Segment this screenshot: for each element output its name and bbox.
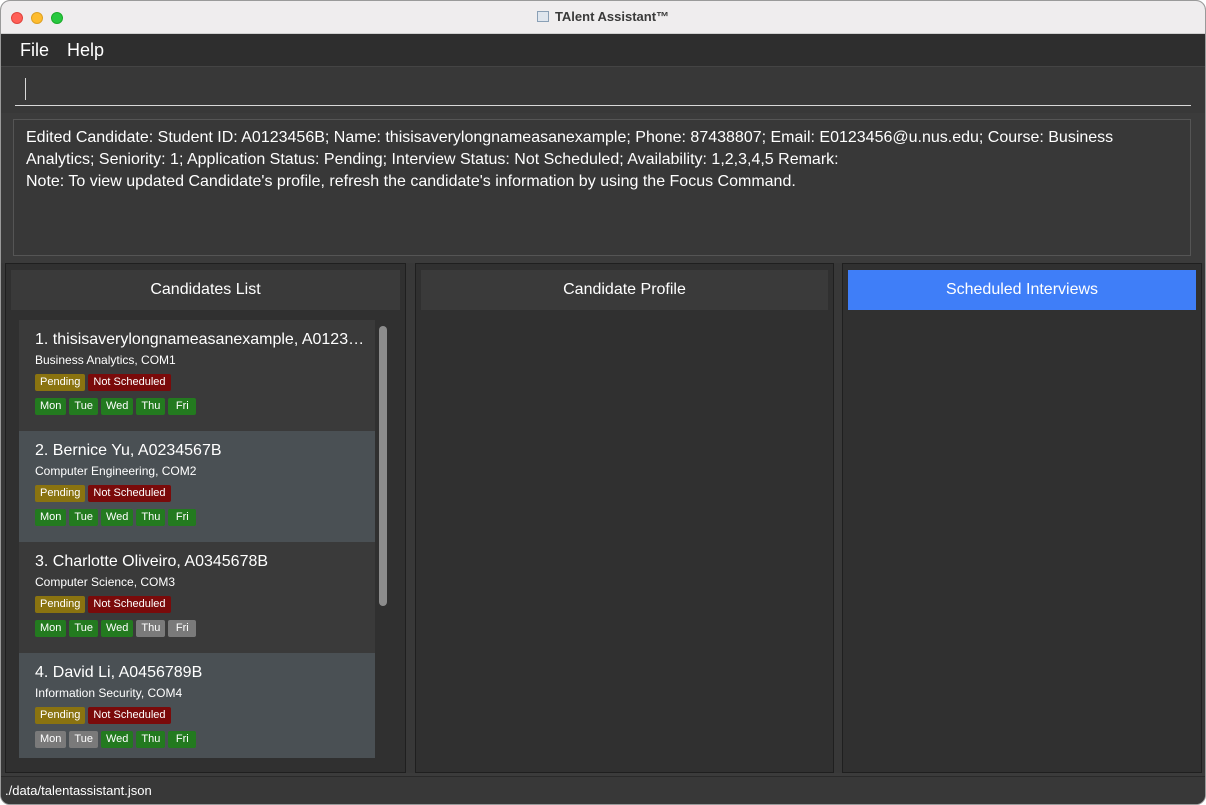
result-note: Note: To view updated Candidate's profil… [26, 173, 796, 190]
availability-tue: Tue [69, 620, 98, 637]
availability-thu: Thu [136, 620, 166, 637]
candidate-list-scrollbar[interactable] [379, 326, 387, 606]
text-caret [25, 78, 26, 100]
availability-wed: Wed [100, 620, 134, 637]
status-bar: ./data/talentassistant.json [1, 776, 1205, 804]
availability-thu: Thu [136, 398, 166, 415]
window-title: TAlent Assistant™ [554, 9, 670, 24]
availability-fri: Fri [168, 509, 197, 526]
candidate-card[interactable]: 1. thisisaverylongnameasanexample, A0123… [19, 320, 375, 431]
availability-tags: Mon Tue Wed Thu Fri [35, 731, 359, 748]
availability-mon: Mon [35, 509, 67, 526]
availability-thu: Thu [136, 731, 166, 748]
application-status-badge: Pending [35, 707, 86, 724]
candidate-course: Business Analytics, COM1 [35, 353, 176, 367]
availability-tue: Tue [69, 731, 98, 748]
window-title-wrap: TAlent Assistant™ [1, 9, 1205, 24]
availability-tags: Mon Tue Wed Thu Fri [35, 398, 359, 415]
interview-status-badge: Not Scheduled [88, 374, 171, 391]
availability-wed: Wed [100, 398, 134, 415]
availability-thu: Thu [136, 509, 166, 526]
interview-status-badge: Not Scheduled [88, 596, 171, 613]
candidate-card[interactable]: 4. David Li, A0456789B Information Secur… [19, 653, 375, 758]
availability-tags: Mon Tue Wed Thu Fri [35, 509, 359, 526]
availability-fri: Fri [168, 731, 197, 748]
application-status-badge: Pending [35, 596, 86, 613]
candidate-name: 3. Charlotte Oliveiro, A0345678B [35, 553, 269, 570]
menu-help[interactable]: Help [67, 40, 104, 61]
interview-status-badge: Not Scheduled [88, 707, 171, 724]
status-tags: Pending Not Scheduled [35, 707, 359, 724]
application-status-badge: Pending [35, 485, 86, 502]
command-input[interactable] [15, 75, 1191, 106]
profile-pane: Candidate Profile [415, 263, 834, 773]
result-message: Edited Candidate: Student ID: A0123456B;… [26, 129, 1114, 168]
availability-mon: Mon [35, 620, 67, 637]
status-tags: Pending Not Scheduled [35, 485, 359, 502]
candidate-list[interactable]: 1. thisisaverylongnameasanexample, A0123… [19, 320, 375, 758]
application-status-badge: Pending [35, 374, 86, 391]
status-tags: Pending Not Scheduled [35, 596, 359, 613]
app-icon [536, 11, 549, 22]
availability-tags: Mon Tue Wed Thu Fri [35, 620, 359, 637]
candidate-name: 4. David Li, A0456789B [35, 664, 203, 681]
result-display: Edited Candidate: Student ID: A0123456B;… [13, 119, 1191, 256]
availability-fri: Fri [168, 398, 197, 415]
interviews-pane: Scheduled Interviews [842, 263, 1202, 773]
title-bar: TAlent Assistant™ [1, 1, 1205, 34]
tab-candidate-profile[interactable]: Candidate Profile [421, 270, 828, 310]
menu-file[interactable]: File [20, 40, 49, 61]
availability-fri: Fri [168, 620, 197, 637]
candidate-card[interactable]: 3. Charlotte Oliveiro, A0345678B Compute… [19, 542, 375, 653]
status-tags: Pending Not Scheduled [35, 374, 359, 391]
candidate-name: 2. Bernice Yu, A0234567B [35, 442, 222, 459]
menu-bar: File Help [1, 34, 1205, 67]
tab-candidates-list[interactable]: Candidates List [11, 270, 400, 310]
command-box [1, 67, 1205, 113]
panes-area: Candidates List Candidate Profile Schedu… [1, 263, 1205, 773]
candidate-name: 1. thisisaverylongnameasanexample, A0123… [35, 331, 367, 348]
candidate-course: Computer Science, COM3 [35, 575, 176, 589]
save-file-path: ./data/talentassistant.json [5, 783, 152, 798]
candidate-card[interactable]: 2. Bernice Yu, A0234567B Computer Engine… [19, 431, 375, 542]
availability-tue: Tue [69, 398, 98, 415]
availability-mon: Mon [35, 731, 67, 748]
interview-status-badge: Not Scheduled [88, 485, 171, 502]
availability-wed: Wed [100, 731, 134, 748]
tab-scheduled-interviews[interactable]: Scheduled Interviews [848, 270, 1196, 310]
availability-tue: Tue [69, 509, 98, 526]
availability-mon: Mon [35, 398, 67, 415]
candidate-course: Information Security, COM4 [35, 686, 183, 700]
candidate-course: Computer Engineering, COM2 [35, 464, 197, 478]
app-window: TAlent Assistant™ File Help Edited Candi… [0, 0, 1206, 805]
availability-wed: Wed [100, 509, 134, 526]
